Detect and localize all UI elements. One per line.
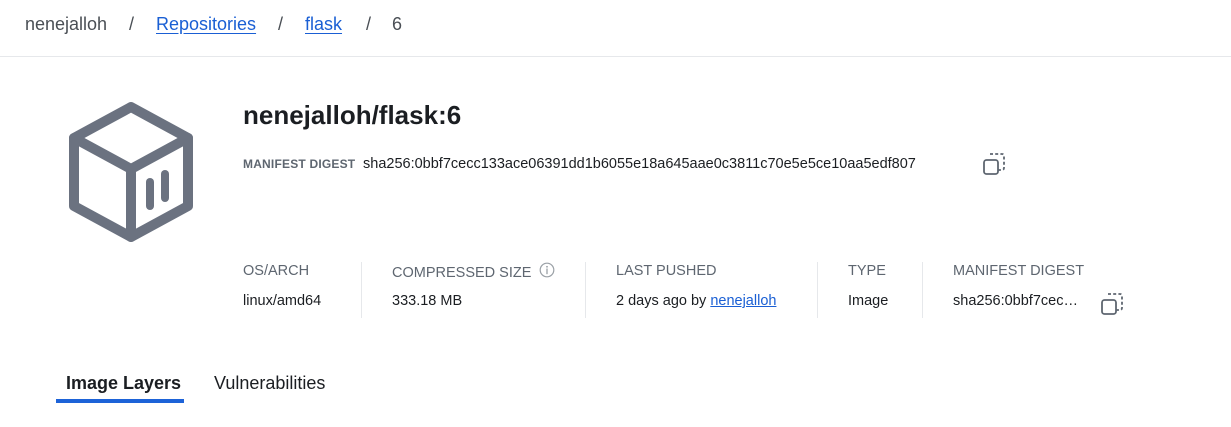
breadcrumb-separator: / <box>278 14 284 34</box>
manifest-digest-label: MANIFEST DIGEST <box>243 157 356 171</box>
breadcrumb-repo-link[interactable]: flask <box>305 13 342 35</box>
compressed-size-label: COMPRESSED SIZE <box>392 265 532 281</box>
copy-icon[interactable] <box>1099 291 1125 317</box>
os-arch-label: OS/ARCH <box>243 263 310 279</box>
last-pushed-text: 2 days ago by <box>616 293 707 309</box>
type-label: TYPE <box>848 263 886 279</box>
breadcrumb-separator: / <box>129 14 135 34</box>
meta-divider <box>922 262 923 318</box>
breadcrumb-separator: / <box>366 14 372 34</box>
meta-divider <box>585 262 586 318</box>
page-title: nenejalloh/flask:6 <box>243 100 462 130</box>
meta-compressed-size: COMPRESSED SIZE 333.18 MB <box>392 262 582 318</box>
info-circle-icon[interactable] <box>539 262 555 278</box>
pushed-by-user-link[interactable]: nenejalloh <box>710 293 776 309</box>
meta-os-arch: OS/ARCH linux/amd64 <box>243 262 353 318</box>
active-tab-indicator <box>56 399 184 403</box>
container-box-icon <box>69 102 193 242</box>
tab-image-layers[interactable]: Image Layers <box>66 372 181 394</box>
breadcrumb-tag: 6 <box>392 14 403 34</box>
meta-manifest-digest-label: MANIFEST DIGEST <box>953 263 1085 279</box>
meta-manifest-digest-value: sha256:0bbf7cec… <box>953 293 1078 309</box>
tab-vulnerabilities[interactable]: Vulnerabilities <box>214 372 325 394</box>
meta-divider <box>817 262 818 318</box>
manifest-digest-value: sha256:0bbf7cecc133ace06391dd1b6055e18a6… <box>363 156 916 172</box>
meta-type: TYPE Image <box>848 262 918 318</box>
meta-last-pushed: LAST PUSHED 2 days ago by nenejalloh <box>616 262 811 318</box>
copy-icon[interactable] <box>981 151 1007 177</box>
last-pushed-label: LAST PUSHED <box>616 263 717 279</box>
meta-divider <box>361 262 362 318</box>
breadcrumb-user[interactable]: nenejalloh <box>25 13 107 35</box>
compressed-size-value: 333.18 MB <box>392 293 463 309</box>
os-arch-value: linux/amd64 <box>243 293 322 309</box>
type-value: Image <box>848 293 889 309</box>
breadcrumb: nenejalloh / Repositories / flask / 6 <box>0 0 1231 57</box>
breadcrumb-repositories-link[interactable]: Repositories <box>156 13 256 35</box>
